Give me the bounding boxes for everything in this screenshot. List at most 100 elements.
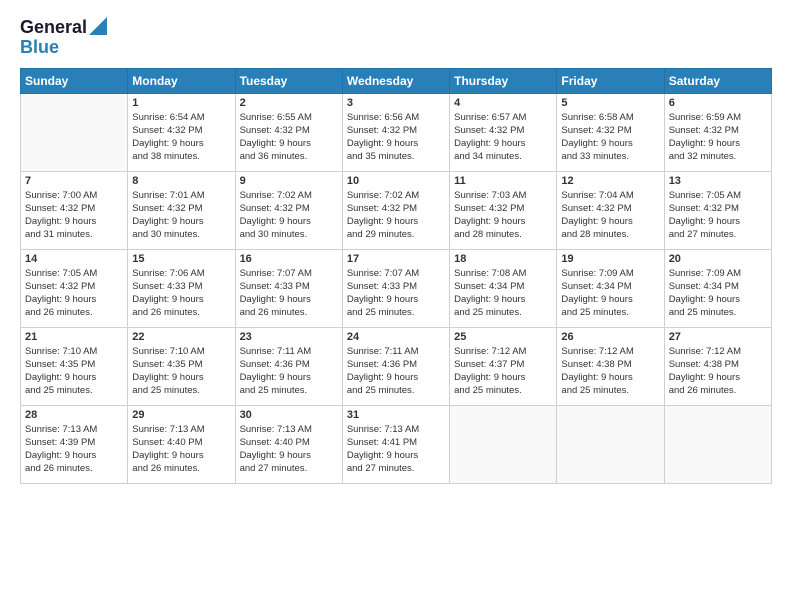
cell-info: Sunrise: 7:12 AMSunset: 4:38 PMDaylight:… xyxy=(669,345,767,398)
calendar-cell: 16 Sunrise: 7:07 AMSunset: 4:33 PMDayligh… xyxy=(235,249,342,327)
calendar: SundayMondayTuesdayWednesdayThursdayFrid… xyxy=(20,68,772,484)
cell-info: Sunrise: 7:10 AMSunset: 4:35 PMDaylight:… xyxy=(132,345,230,398)
calendar-cell: 21Sunrise: 7:10 AMSunset: 4:35 PMDayligh… xyxy=(21,327,128,405)
day-number: 1 xyxy=(132,97,230,109)
day-number: 31 xyxy=(347,409,445,421)
calendar-cell: 26 Sunrise: 7:12 AMSunset: 4:38 PMDayligh… xyxy=(557,327,664,405)
calendar-cell: 19 Sunrise: 7:09 AMSunset: 4:34 PMDayligh… xyxy=(557,249,664,327)
cell-info: Sunrise: 6:55 AMSunset: 4:32 PMDaylight:… xyxy=(240,111,338,164)
day-number: 21 xyxy=(25,331,123,343)
day-number: 12 xyxy=(561,175,659,187)
calendar-cell: 14Sunrise: 7:05 AMSunset: 4:32 PMDayligh… xyxy=(21,249,128,327)
cell-info: Sunrise: 7:09 AMSunset: 4:34 PMDaylight:… xyxy=(561,267,659,320)
logo-triangle-icon xyxy=(89,17,107,35)
calendar-cell: 20 Sunrise: 7:09 AMSunset: 4:34 PMDayligh… xyxy=(664,249,771,327)
cell-info: Sunrise: 7:07 AMSunset: 4:33 PMDaylight:… xyxy=(347,267,445,320)
calendar-cell: 7 Sunrise: 7:00 AMSunset: 4:32 PMDaylight… xyxy=(21,171,128,249)
logo-blue: Blue xyxy=(20,38,59,58)
cell-info: Sunrise: 7:01 AMSunset: 4:32 PMDaylight:… xyxy=(132,189,230,242)
cell-info: Sunrise: 6:59 AMSunset: 4:32 PMDaylight:… xyxy=(669,111,767,164)
day-number: 2 xyxy=(240,97,338,109)
calendar-cell xyxy=(664,405,771,483)
calendar-cell: 12 Sunrise: 7:04 AMSunset: 4:32 PMDayligh… xyxy=(557,171,664,249)
cell-info: Sunrise: 7:13 AMSunset: 4:40 PMDaylight:… xyxy=(240,423,338,476)
day-number: 29 xyxy=(132,409,230,421)
calendar-cell: 31Sunrise: 7:13 AMSunset: 4:41 PMDayligh… xyxy=(342,405,449,483)
day-number: 13 xyxy=(669,175,767,187)
day-number: 30 xyxy=(240,409,338,421)
calendar-header-wednesday: Wednesday xyxy=(342,68,449,93)
calendar-cell: 27Sunrise: 7:12 AMSunset: 4:38 PMDayligh… xyxy=(664,327,771,405)
day-number: 8 xyxy=(132,175,230,187)
calendar-cell: 18 Sunrise: 7:08 AMSunset: 4:34 PMDayligh… xyxy=(450,249,557,327)
day-number: 9 xyxy=(240,175,338,187)
day-number: 3 xyxy=(347,97,445,109)
cell-info: Sunrise: 7:00 AMSunset: 4:32 PMDaylight:… xyxy=(25,189,123,242)
day-number: 10 xyxy=(347,175,445,187)
cell-info: Sunrise: 7:13 AMSunset: 4:39 PMDaylight:… xyxy=(25,423,123,476)
day-number: 17 xyxy=(347,253,445,265)
calendar-week-3: 14Sunrise: 7:05 AMSunset: 4:32 PMDayligh… xyxy=(21,249,772,327)
logo: General Blue xyxy=(20,18,107,58)
calendar-cell xyxy=(557,405,664,483)
day-number: 18 xyxy=(454,253,552,265)
calendar-cell: 9 Sunrise: 7:02 AMSunset: 4:32 PMDaylight… xyxy=(235,171,342,249)
logo-general: General xyxy=(20,18,87,38)
calendar-cell: 1 Sunrise: 6:54 AMSunset: 4:32 PMDaylight… xyxy=(128,93,235,171)
calendar-header-saturday: Saturday xyxy=(664,68,771,93)
calendar-cell: 13 Sunrise: 7:05 AMSunset: 4:32 PMDayligh… xyxy=(664,171,771,249)
calendar-cell: 8 Sunrise: 7:01 AMSunset: 4:32 PMDaylight… xyxy=(128,171,235,249)
calendar-cell: 4Sunrise: 6:57 AMSunset: 4:32 PMDaylight… xyxy=(450,93,557,171)
day-number: 11 xyxy=(454,175,552,187)
calendar-cell: 11Sunrise: 7:03 AMSunset: 4:32 PMDayligh… xyxy=(450,171,557,249)
calendar-cell xyxy=(21,93,128,171)
day-number: 28 xyxy=(25,409,123,421)
calendar-cell: 17 Sunrise: 7:07 AMSunset: 4:33 PMDayligh… xyxy=(342,249,449,327)
calendar-cell: 22 Sunrise: 7:10 AMSunset: 4:35 PMDayligh… xyxy=(128,327,235,405)
calendar-cell: 25Sunrise: 7:12 AMSunset: 4:37 PMDayligh… xyxy=(450,327,557,405)
calendar-week-1: 1 Sunrise: 6:54 AMSunset: 4:32 PMDaylight… xyxy=(21,93,772,171)
calendar-cell: 5 Sunrise: 6:58 AMSunset: 4:32 PMDaylight… xyxy=(557,93,664,171)
calendar-cell: 23 Sunrise: 7:11 AMSunset: 4:36 PMDayligh… xyxy=(235,327,342,405)
calendar-header-sunday: Sunday xyxy=(21,68,128,93)
calendar-cell: 2 Sunrise: 6:55 AMSunset: 4:32 PMDaylight… xyxy=(235,93,342,171)
calendar-cell: 15 Sunrise: 7:06 AMSunset: 4:33 PMDayligh… xyxy=(128,249,235,327)
day-number: 6 xyxy=(669,97,767,109)
calendar-cell: 24Sunrise: 7:11 AMSunset: 4:36 PMDayligh… xyxy=(342,327,449,405)
cell-info: Sunrise: 7:13 AMSunset: 4:40 PMDaylight:… xyxy=(132,423,230,476)
day-number: 16 xyxy=(240,253,338,265)
day-number: 19 xyxy=(561,253,659,265)
calendar-cell: 10 Sunrise: 7:02 AMSunset: 4:32 PMDayligh… xyxy=(342,171,449,249)
calendar-cell: 3 Sunrise: 6:56 AMSunset: 4:32 PMDaylight… xyxy=(342,93,449,171)
calendar-header-thursday: Thursday xyxy=(450,68,557,93)
cell-info: Sunrise: 7:09 AMSunset: 4:34 PMDaylight:… xyxy=(669,267,767,320)
day-number: 5 xyxy=(561,97,659,109)
day-number: 22 xyxy=(132,331,230,343)
cell-info: Sunrise: 7:08 AMSunset: 4:34 PMDaylight:… xyxy=(454,267,552,320)
cell-info: Sunrise: 7:02 AMSunset: 4:32 PMDaylight:… xyxy=(347,189,445,242)
cell-info: Sunrise: 6:56 AMSunset: 4:32 PMDaylight:… xyxy=(347,111,445,164)
calendar-week-2: 7 Sunrise: 7:00 AMSunset: 4:32 PMDaylight… xyxy=(21,171,772,249)
cell-info: Sunrise: 7:05 AMSunset: 4:32 PMDaylight:… xyxy=(669,189,767,242)
cell-info: Sunrise: 6:58 AMSunset: 4:32 PMDaylight:… xyxy=(561,111,659,164)
cell-info: Sunrise: 7:11 AMSunset: 4:36 PMDaylight:… xyxy=(240,345,338,398)
day-number: 7 xyxy=(25,175,123,187)
page: General Blue SundayMondayTuesdayWednesda… xyxy=(0,0,792,612)
day-number: 15 xyxy=(132,253,230,265)
cell-info: Sunrise: 7:02 AMSunset: 4:32 PMDaylight:… xyxy=(240,189,338,242)
cell-info: Sunrise: 6:54 AMSunset: 4:32 PMDaylight:… xyxy=(132,111,230,164)
day-number: 25 xyxy=(454,331,552,343)
cell-info: Sunrise: 7:04 AMSunset: 4:32 PMDaylight:… xyxy=(561,189,659,242)
day-number: 26 xyxy=(561,331,659,343)
calendar-header-tuesday: Tuesday xyxy=(235,68,342,93)
day-number: 23 xyxy=(240,331,338,343)
day-number: 4 xyxy=(454,97,552,109)
cell-info: Sunrise: 7:07 AMSunset: 4:33 PMDaylight:… xyxy=(240,267,338,320)
day-number: 20 xyxy=(669,253,767,265)
calendar-week-4: 21 Sunrise: 7:10 AMSunset: 4:35 PMDayligh… xyxy=(21,327,772,405)
day-number: 24 xyxy=(347,331,445,343)
calendar-header-row: SundayMondayTuesdayWednesdayThursdayFrid… xyxy=(21,68,772,93)
cell-info: Sunrise: 7:06 AMSunset: 4:33 PMDaylight:… xyxy=(132,267,230,320)
calendar-week-5: 28 Sunrise: 7:13 AMSunset: 4:39 PMDayligh… xyxy=(21,405,772,483)
cell-info: Sunrise: 7:12 AMSunset: 4:38 PMDaylight:… xyxy=(561,345,659,398)
